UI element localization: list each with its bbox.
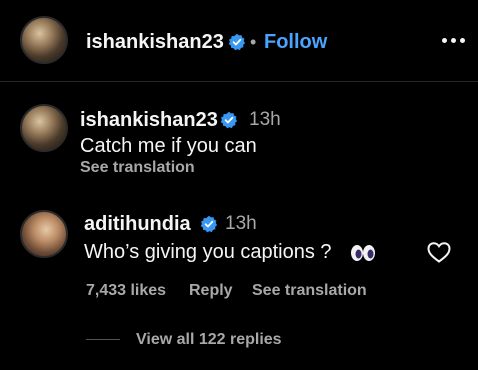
replies-divider (86, 339, 120, 340)
comment-username[interactable]: ishankishan23 (80, 108, 218, 132)
avatar[interactable] (20, 104, 68, 152)
follow-button[interactable]: Follow (264, 30, 327, 54)
see-translation-link[interactable]: See translation (80, 158, 195, 178)
avatar[interactable] (20, 16, 68, 64)
heart-outline-icon[interactable] (426, 240, 452, 264)
view-replies-link[interactable]: View all 122 replies (136, 330, 282, 350)
comment-time: 13h (225, 213, 257, 234)
more-options-icon[interactable] (442, 28, 470, 52)
comment-text: Who’s giving you captions ? (84, 241, 332, 263)
verified-badge-icon (200, 215, 218, 233)
eyes-emoji-icon (351, 245, 375, 261)
verified-badge-icon (220, 111, 238, 129)
avatar[interactable] (20, 210, 68, 258)
header-separator: • (250, 32, 257, 52)
see-translation-link[interactable]: See translation (252, 281, 367, 301)
comment-username[interactable]: aditihundia (84, 212, 191, 236)
comment-time: 13h (249, 109, 281, 130)
likes-count[interactable]: 7,433 likes (86, 281, 166, 301)
comment-text: Catch me if you can (80, 135, 257, 157)
reply-button[interactable]: Reply (189, 281, 233, 301)
post-header: ishankishan23 • Follow (0, 0, 478, 82)
verified-badge-icon (228, 33, 246, 51)
header-username[interactable]: ishankishan23 (86, 30, 224, 54)
